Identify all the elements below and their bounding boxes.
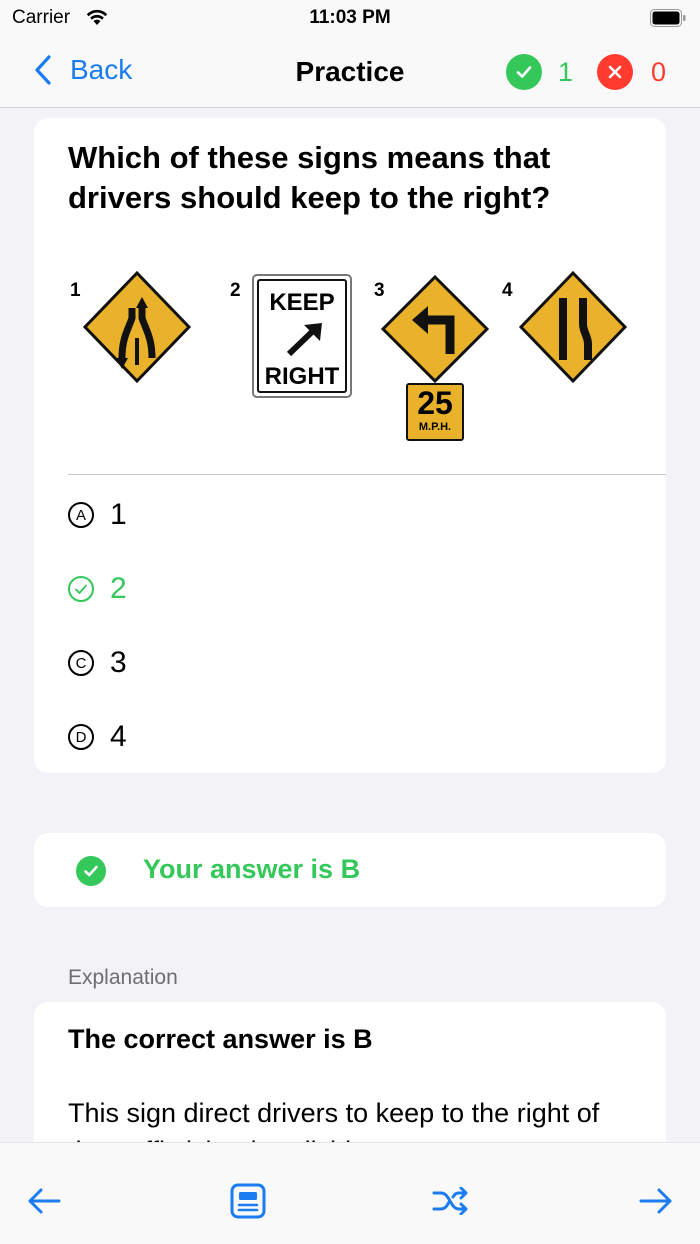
question-list-icon [230, 1183, 266, 1219]
sign-number-1: 1 [70, 280, 81, 301]
wrong-count: 0 [650, 56, 666, 87]
sign-bottom-text: RIGHT [264, 363, 340, 390]
option-d-marker: D [68, 724, 94, 750]
question-text: Which of these signs means that drivers … [68, 140, 551, 215]
shuffle-button[interactable] [431, 1181, 471, 1221]
next-arrow-icon [639, 1188, 672, 1214]
speed-value: 25 [417, 385, 453, 421]
sign-number-2: 2 [230, 280, 241, 301]
option-d[interactable]: D 4 [68, 720, 127, 754]
lane-ends-sign-icon [518, 270, 628, 384]
shuffle-icon [432, 1187, 468, 1215]
sign-images: 1 2 KEEP RIGHT 3 25 M.P.H. 4 [34, 268, 666, 448]
option-a-label: 1 [110, 498, 127, 531]
option-a-marker: A [68, 502, 94, 528]
next-button[interactable] [636, 1181, 676, 1221]
explanation-title: The correct answer is B [68, 1024, 373, 1054]
result-text: Your answer is B [143, 854, 361, 884]
speed-unit: M.P.H. [418, 421, 452, 433]
sign-number-4: 4 [502, 280, 513, 301]
option-d-label: 4 [110, 720, 127, 753]
bottom-toolbar [0, 1142, 700, 1244]
option-c[interactable]: C 3 [68, 646, 127, 680]
status-bar: Carrier 11:03 PM [0, 0, 700, 36]
option-c-label: 3 [110, 646, 127, 679]
left-turn-sign-icon [380, 274, 490, 384]
battery-icon [650, 9, 686, 27]
divider [68, 474, 666, 475]
score-summary: 1 0 [505, 54, 666, 90]
x-circle-icon [596, 54, 633, 90]
question-list-button[interactable] [228, 1181, 268, 1221]
option-b-label: 2 [110, 572, 127, 605]
check-circle-outline-icon [68, 576, 94, 602]
check-circle-icon [505, 54, 542, 90]
speed-plate: 25 M.P.H. [406, 383, 464, 441]
correct-count: 1 [557, 56, 573, 87]
option-c-marker: C [68, 650, 94, 676]
option-b[interactable]: 2 [68, 572, 127, 606]
result-card: Your answer is B [34, 833, 666, 907]
divided-highway-sign-icon [82, 270, 192, 384]
sign-top-text: KEEP [269, 289, 335, 316]
previous-arrow-icon [28, 1188, 61, 1214]
navigation-bar: Back Practice 1 0 [0, 36, 700, 108]
explanation-section-label: Explanation [68, 966, 178, 989]
status-time: 11:03 PM [309, 7, 391, 28]
question-card: Which of these signs means that drivers … [34, 118, 666, 773]
diagonal-arrow-icon [286, 323, 322, 357]
previous-button[interactable] [24, 1181, 64, 1221]
keep-right-sign-icon: KEEP RIGHT [252, 274, 352, 398]
option-a[interactable]: A 1 [68, 498, 127, 532]
check-circle-icon [76, 856, 106, 886]
